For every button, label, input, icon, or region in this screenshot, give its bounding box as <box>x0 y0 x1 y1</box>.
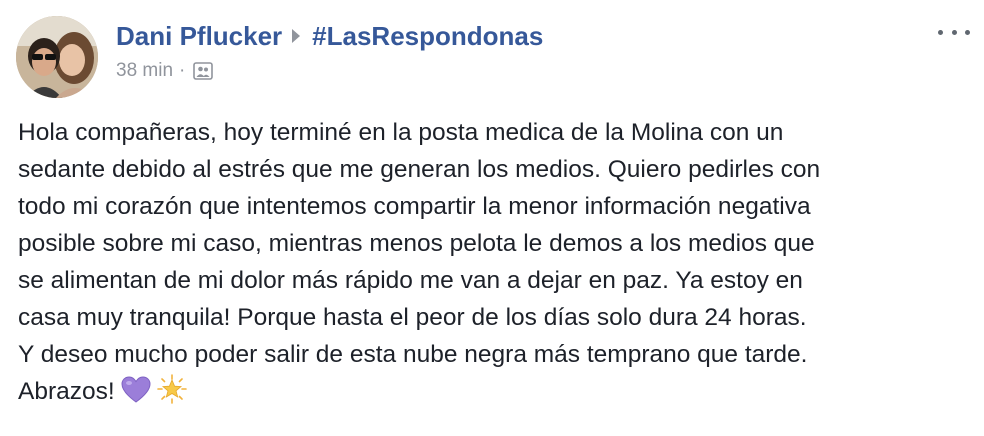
post-body: Hola compañeras, hoy terminé en la posta… <box>18 114 968 415</box>
post-header: Dani Pflucker #LasRespondonas 38 min · <box>116 18 904 84</box>
post-line: Y deseo mucho poder salir de esta nube n… <box>18 341 808 368</box>
purple-heart-icon <box>121 376 151 415</box>
post-line: todo mi corazón que intentemos compartir… <box>18 193 811 220</box>
post-line: Hola compañeras, hoy terminé en la posta… <box>18 119 784 146</box>
post-line: posible sobre mi caso, mientras menos pe… <box>18 230 815 257</box>
author-avatar[interactable] <box>16 16 98 98</box>
avatar-photo <box>16 16 98 98</box>
post-line: sedante debido al estrés que me generan … <box>18 156 821 183</box>
more-options-icon[interactable] <box>938 22 970 42</box>
post-timestamp[interactable]: 38 min <box>116 58 173 84</box>
post-line: casa muy tranquila! Porque hasta el peor… <box>18 304 807 331</box>
post-line: se alimentan de mi dolor más rápido me v… <box>18 267 803 294</box>
post-last-line: Abrazos! <box>18 373 968 415</box>
meta-separator: · <box>179 60 186 81</box>
post-meta: 38 min · <box>116 58 904 84</box>
arrow-right-icon <box>292 29 301 43</box>
friends-icon[interactable] <box>193 62 214 80</box>
group-name-link[interactable]: #LasRespondonas <box>312 18 543 54</box>
author-name-link[interactable]: Dani Pflucker <box>116 18 282 54</box>
post-card: Dani Pflucker #LasRespondonas 38 min · H… <box>0 0 984 436</box>
glowing-star-icon <box>156 374 187 415</box>
post-title: Dani Pflucker #LasRespondonas <box>116 18 904 54</box>
post-line: Abrazos! <box>18 378 115 405</box>
